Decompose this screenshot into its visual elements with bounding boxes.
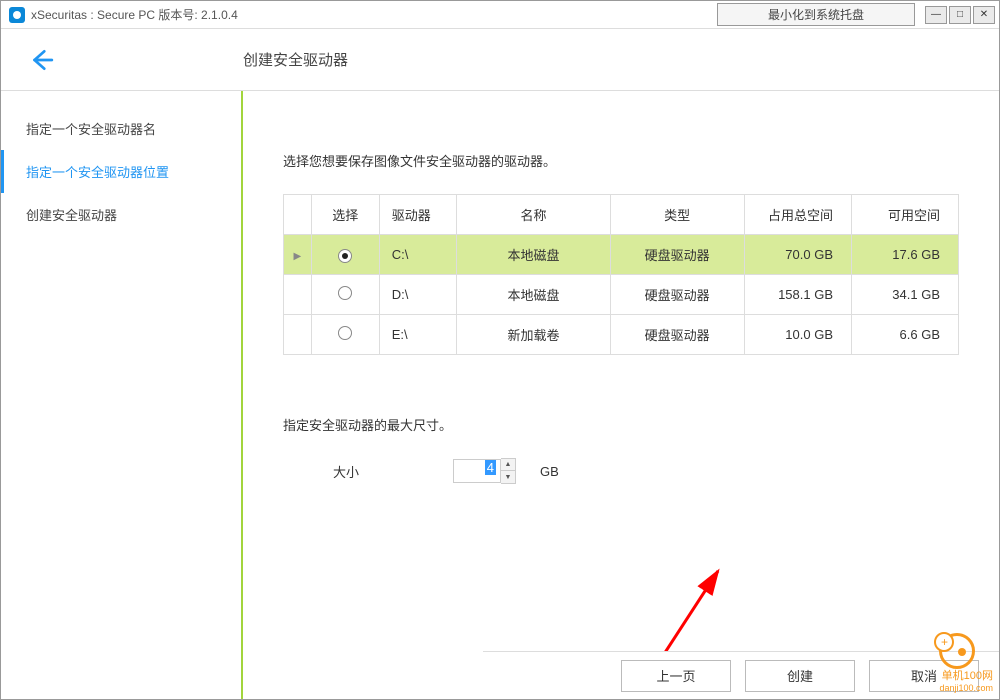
arrow-left-icon xyxy=(28,47,54,73)
row-handle-icon: ▶ xyxy=(294,291,302,302)
sidebar-item-label: 指定一个安全驱动器位置 xyxy=(26,165,169,180)
prev-button[interactable]: 上一页 xyxy=(621,660,731,692)
col-name: 名称 xyxy=(457,195,610,235)
cell-free: 17.6 GB xyxy=(852,235,959,275)
size-caption: 大小 xyxy=(333,462,393,481)
cell-total: 158.1 GB xyxy=(744,275,851,315)
cell-total: 10.0 GB xyxy=(744,315,851,355)
cell-drive: E:\ xyxy=(379,315,457,355)
app-icon xyxy=(9,7,25,23)
minimize-button[interactable]: — xyxy=(925,6,947,24)
main-content: 选择您想要保存图像文件安全驱动器的驱动器。 选择 驱动器 名称 类型 占用总空间… xyxy=(243,91,999,699)
cell-total: 70.0 GB xyxy=(744,235,851,275)
size-section: 指定安全驱动器的最大尺寸。 大小 4 ▲ ▼ GB xyxy=(283,415,959,484)
size-spinner: ▲ ▼ xyxy=(501,458,516,484)
cell-free: 6.6 GB xyxy=(852,315,959,355)
col-drive: 驱动器 xyxy=(379,195,457,235)
cell-name: 本地磁盘 xyxy=(457,275,610,315)
row-handle-icon: ▶ xyxy=(294,331,302,342)
size-input[interactable]: 4 xyxy=(453,459,501,483)
col-total: 占用总空间 xyxy=(744,195,851,235)
row-radio[interactable] xyxy=(338,326,352,340)
row-radio[interactable] xyxy=(338,286,352,300)
cell-drive: D:\ xyxy=(379,275,457,315)
size-instruction: 指定安全驱动器的最大尺寸。 xyxy=(283,415,959,434)
cell-name: 新加载卷 xyxy=(457,315,610,355)
col-handle xyxy=(284,195,312,235)
table-row[interactable]: ▶ D:\本地磁盘硬盘驱动器158.1 GB34.1 GB xyxy=(284,275,959,315)
create-button[interactable]: 创建 xyxy=(745,660,855,692)
sidebar-item-label: 创建安全驱动器 xyxy=(26,208,117,223)
maximize-button[interactable]: □ xyxy=(949,6,971,24)
page-title: 创建安全驱动器 xyxy=(243,49,348,70)
close-button[interactable]: ✕ xyxy=(973,6,995,24)
title-bar: xSecuritas : Secure PC 版本号: 2.1.0.4 最小化到… xyxy=(1,1,999,29)
page-header: 创建安全驱动器 xyxy=(1,29,999,91)
spinner-up[interactable]: ▲ xyxy=(501,459,515,471)
window-title: xSecuritas : Secure PC 版本号: 2.1.0.4 xyxy=(31,6,238,23)
col-free: 可用空间 xyxy=(852,195,959,235)
instruction-text: 选择您想要保存图像文件安全驱动器的驱动器。 xyxy=(283,151,959,170)
table-row[interactable]: ▶ C:\本地磁盘硬盘驱动器70.0 GB17.6 GB xyxy=(284,235,959,275)
cell-type: 硬盘驱动器 xyxy=(610,235,744,275)
cancel-button[interactable]: 取消 xyxy=(869,660,979,692)
col-type: 类型 xyxy=(610,195,744,235)
wizard-sidebar: 指定一个安全驱动器名 指定一个安全驱动器位置 创建安全驱动器 xyxy=(1,91,241,699)
row-handle-icon: ▶ xyxy=(294,251,302,262)
sidebar-step-location[interactable]: 指定一个安全驱动器位置 xyxy=(1,150,241,193)
sidebar-step-name[interactable]: 指定一个安全驱动器名 xyxy=(1,107,241,150)
table-row[interactable]: ▶ E:\新加载卷硬盘驱动器10.0 GB6.6 GB xyxy=(284,315,959,355)
size-unit: GB xyxy=(540,464,559,479)
back-button[interactable] xyxy=(19,38,63,82)
drive-table: 选择 驱动器 名称 类型 占用总空间 可用空间 ▶ C:\本地磁盘硬盘驱动器70.… xyxy=(283,194,959,355)
sidebar-step-create[interactable]: 创建安全驱动器 xyxy=(1,193,241,236)
cell-type: 硬盘驱动器 xyxy=(610,315,744,355)
cell-type: 硬盘驱动器 xyxy=(610,275,744,315)
footer-bar: 上一页 创建 取消 xyxy=(483,651,999,699)
cell-drive: C:\ xyxy=(379,235,457,275)
row-radio[interactable] xyxy=(338,249,352,263)
cell-name: 本地磁盘 xyxy=(457,235,610,275)
spinner-down[interactable]: ▼ xyxy=(501,471,515,483)
sidebar-item-label: 指定一个安全驱动器名 xyxy=(26,122,156,137)
minimize-to-tray-button[interactable]: 最小化到系统托盘 xyxy=(717,3,915,26)
col-select: 选择 xyxy=(311,195,379,235)
cell-free: 34.1 GB xyxy=(852,275,959,315)
